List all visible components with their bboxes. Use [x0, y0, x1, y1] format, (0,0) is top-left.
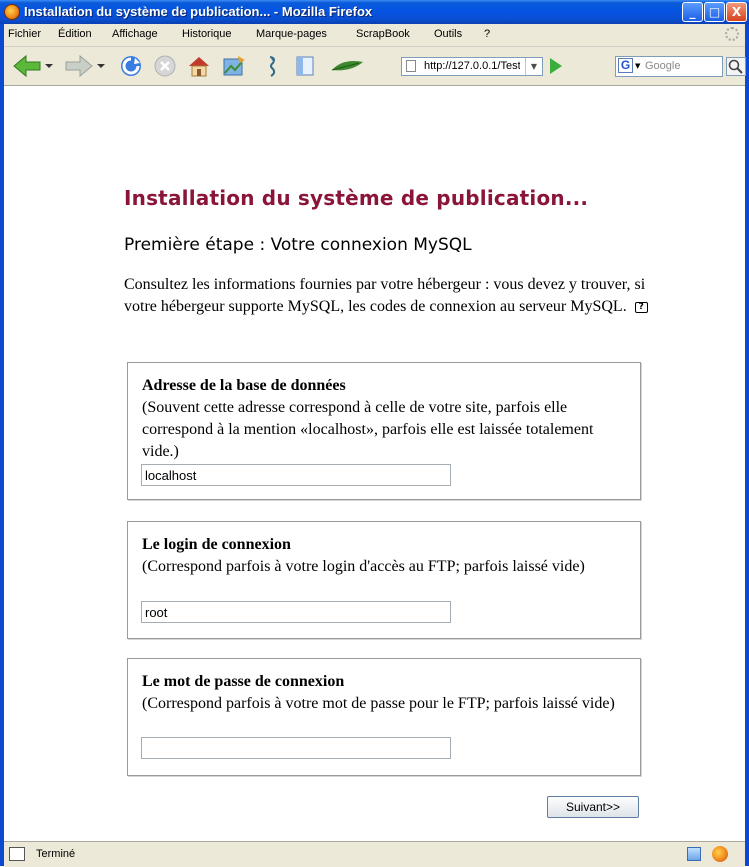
navigation-toolbar: http://127.0.0.1/Test ▼ G ▼ Google — [4, 47, 746, 86]
page-title: Installation du système de publication..… — [124, 186, 589, 210]
magnifier-icon — [728, 59, 743, 74]
scrapbook-capture-button[interactable] — [220, 53, 248, 79]
status-page-icon — [9, 847, 25, 861]
firefox-logo-icon — [4, 4, 20, 20]
google-engine-icon[interactable]: G — [618, 58, 633, 73]
password-input[interactable] — [141, 737, 451, 759]
feather-leaf-icon — [331, 61, 363, 71]
window-titlebar: Installation du système de publication..… — [0, 0, 749, 24]
page-icon — [406, 60, 416, 72]
menu-fichier[interactable]: Fichier — [8, 28, 41, 40]
password-text: Le mot de passe de connexion (Correspond… — [142, 671, 632, 715]
stop-button[interactable] — [152, 53, 178, 79]
step-prefix: Première étape : — [124, 235, 266, 255]
step-name: Votre connexion MySQL — [270, 235, 472, 255]
seahorse-tool-button[interactable] — [260, 53, 284, 79]
scrapbook-status-icon[interactable] — [687, 847, 701, 861]
reload-icon — [121, 56, 141, 76]
status-bar: Terminé — [4, 841, 745, 867]
password-help: (Correspond parfois à votre mot de passe… — [142, 695, 615, 712]
reload-button[interactable] — [118, 53, 144, 79]
next-button[interactable]: Suivant>> — [547, 796, 639, 818]
firefox-status-icon[interactable] — [712, 846, 728, 862]
login-label: Le login de connexion — [142, 536, 291, 553]
menu-bar: Fichier Édition Affichage Historique Mar… — [4, 24, 745, 47]
forward-button[interactable] — [62, 53, 108, 79]
home-button[interactable] — [186, 53, 212, 79]
intro-paragraph: Consultez les informations fournies par … — [124, 274, 649, 318]
menu-help[interactable]: ? — [484, 28, 490, 40]
menu-outils[interactable]: Outils — [434, 28, 462, 40]
password-fieldset: Le mot de passe de connexion (Correspond… — [127, 658, 641, 776]
address-bar[interactable]: http://127.0.0.1/Test ▼ — [401, 57, 543, 76]
stop-icon — [154, 55, 176, 77]
home-icon — [189, 57, 209, 77]
step-heading: Première étape : Votre connexion MySQL — [124, 235, 472, 255]
page-content: Installation du système de publication..… — [4, 86, 745, 841]
login-input[interactable] — [141, 601, 451, 623]
menu-scrapbook[interactable]: ScrapBook — [356, 28, 410, 40]
login-help: (Correspond parfois à votre login d'accè… — [142, 558, 585, 575]
search-placeholder: Google — [645, 60, 681, 72]
db-address-input[interactable] — [141, 464, 451, 486]
seahorse-icon — [269, 56, 276, 77]
db-address-text: Adresse de la base de données (Souvent c… — [142, 375, 632, 463]
throbber-icon — [725, 27, 739, 41]
sidebar-panel-icon — [296, 56, 314, 76]
window-frame-right — [745, 24, 749, 866]
feather-tool-button[interactable] — [328, 53, 366, 79]
maximize-button[interactable]: □ — [704, 2, 725, 22]
search-button[interactable] — [726, 57, 746, 76]
menu-historique[interactable]: Historique — [182, 28, 232, 40]
intro-text: Consultez les informations fournies par … — [124, 276, 646, 315]
minimize-button[interactable]: _ — [682, 2, 703, 22]
status-text: Terminé — [36, 848, 76, 860]
login-text: Le login de connexion (Correspond parfoi… — [142, 534, 632, 578]
url-text: http://127.0.0.1/Test — [424, 60, 520, 72]
login-fieldset: Le login de connexion (Correspond parfoi… — [127, 521, 641, 639]
back-arrow-icon — [13, 54, 53, 78]
back-button[interactable] — [10, 53, 56, 79]
close-button[interactable]: X — [726, 2, 747, 22]
sidebar-toggle-button[interactable] — [292, 53, 318, 79]
scrapbook-capture-icon — [223, 56, 245, 76]
search-box[interactable]: G ▼ Google — [615, 56, 723, 77]
menu-affichage[interactable]: Affichage — [112, 28, 158, 40]
db-address-help: (Souvent cette adresse correspond à cell… — [142, 399, 594, 460]
password-label: Le mot de passe de connexion — [142, 673, 345, 690]
engine-dropdown-icon[interactable]: ▼ — [635, 62, 640, 70]
help-icon[interactable]: ? — [634, 301, 648, 313]
forward-arrow-icon — [65, 54, 105, 78]
db-address-fieldset: Adresse de la base de données (Souvent c… — [127, 362, 641, 500]
db-address-label: Adresse de la base de données — [142, 377, 346, 394]
go-button[interactable] — [550, 58, 562, 74]
window-title: Installation du système de publication..… — [24, 4, 373, 19]
menu-marque-pages[interactable]: Marque-pages — [256, 28, 327, 40]
menu-edition[interactable]: Édition — [58, 28, 92, 40]
url-dropdown-icon[interactable]: ▼ — [525, 58, 542, 75]
